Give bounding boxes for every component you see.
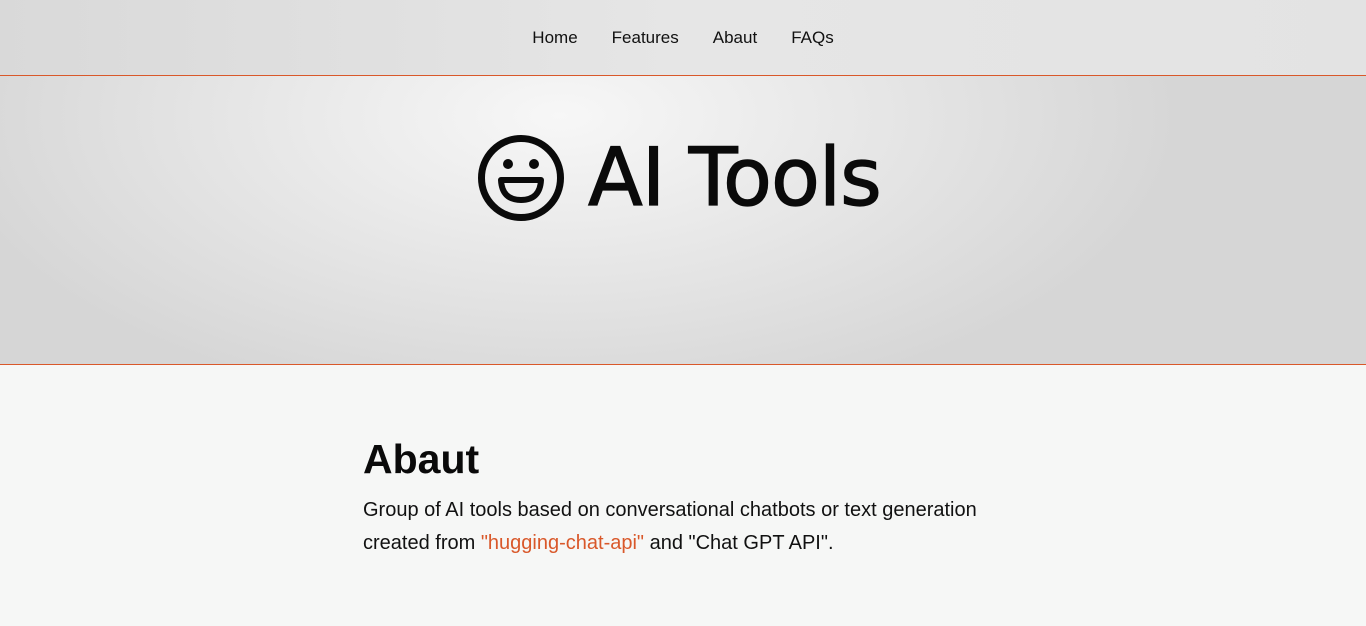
about-heading: Abaut [363,436,480,482]
nav-abaut-link[interactable]: Abaut [713,28,757,48]
page-title: AI Tools [587,131,882,224]
about-section: Abaut Group of AI tools based on convers… [363,436,983,560]
smiley-face-icon [476,133,566,223]
about-text-after: and "Chat GPT API". [644,532,834,554]
hero-title-group: AI Tools [476,131,882,224]
about-description: Group of AI tools based on conversationa… [363,494,983,560]
nav-home-link[interactable]: Home [532,28,577,48]
hugging-chat-api-link[interactable]: "hugging-chat-api" [481,532,644,554]
nav-features-link[interactable]: Features [612,28,679,48]
top-navigation: Home Features Abaut FAQs [0,0,1366,76]
nav-faqs-link[interactable]: FAQs [791,28,834,48]
hero-banner: AI Tools [0,76,1366,365]
